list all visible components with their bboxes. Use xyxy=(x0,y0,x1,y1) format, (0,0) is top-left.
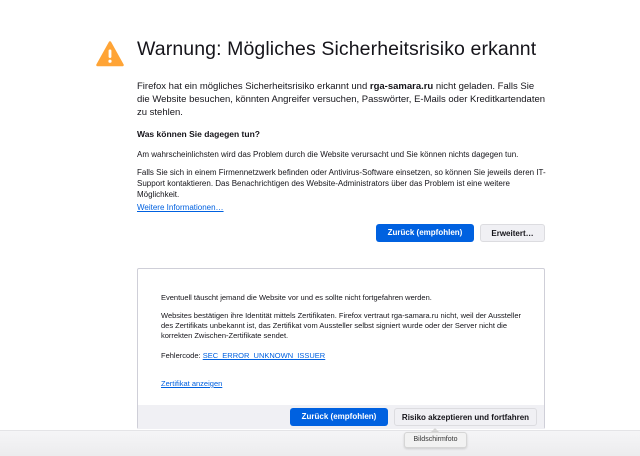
details-go-back-button[interactable]: Zurück (empfohlen) xyxy=(290,408,388,426)
page-title: Warnung: Mögliches Sicherheitsrisiko erk… xyxy=(137,38,537,60)
bottom-bar xyxy=(0,430,640,456)
help-paragraph-1: Am wahrscheinlichsten wird das Problem d… xyxy=(137,150,519,159)
more-info-link[interactable]: Weitere Informationen… xyxy=(137,203,224,212)
error-code-link[interactable]: SEC_ERROR_UNKNOWN_ISSUER xyxy=(203,351,326,360)
view-certificate-line: Zertifikat anzeigen xyxy=(161,379,531,389)
advanced-details-panel: Eventuell täuscht jemand die Website vor… xyxy=(137,268,545,429)
error-code-label: Fehlercode: xyxy=(161,351,203,360)
intro-text-start: Firefox hat ein mögliches Sicherheitsris… xyxy=(137,81,370,92)
details-certificate-explanation: Websites bestätigen ihre Identität mitte… xyxy=(161,311,522,340)
intro-text: Firefox hat ein mögliches Sicherheitsris… xyxy=(137,80,547,119)
blocked-domain: rga-samara.ru xyxy=(369,81,434,92)
screenshot-tooltip: Bildschirmfoto xyxy=(404,432,467,448)
accept-risk-button[interactable]: Risiko akzeptieren und fortfahren xyxy=(394,408,537,426)
view-certificate-link[interactable]: Zertifikat anzeigen xyxy=(161,379,222,388)
help-paragraph-2: Falls Sie sich in einem Firmennetzwerk b… xyxy=(137,168,546,199)
error-code-line: Fehlercode: SEC_ERROR_UNKNOWN_ISSUER xyxy=(161,351,531,361)
what-can-you-do-heading: Was können Sie dagegen tun? xyxy=(137,129,260,139)
details-spoof-warning: Eventuell täuscht jemand die Website vor… xyxy=(161,293,432,302)
advanced-button[interactable]: Erweitert… xyxy=(480,224,545,242)
warning-triangle-icon xyxy=(96,41,124,67)
go-back-button[interactable]: Zurück (empfohlen) xyxy=(376,224,474,242)
error-page: Warnung: Mögliches Sicherheitsrisiko erk… xyxy=(0,0,640,456)
